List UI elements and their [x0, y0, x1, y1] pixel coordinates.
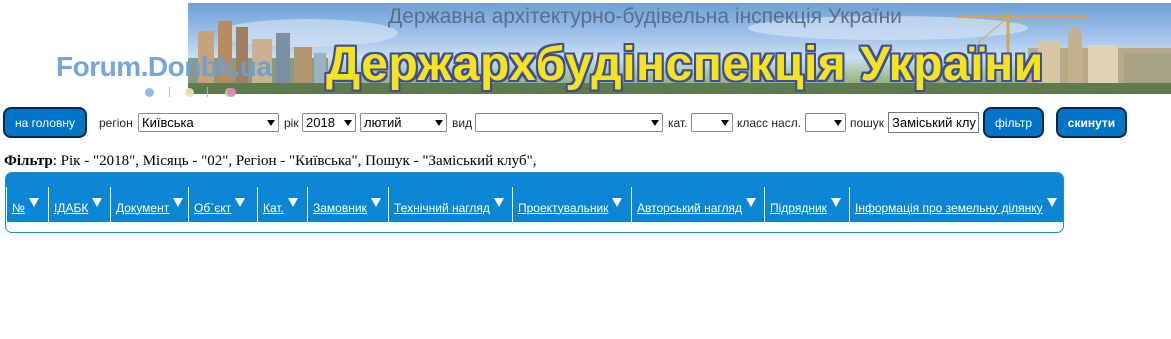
year-select-value: 2018: [306, 115, 335, 130]
chevron-down-icon: [651, 120, 659, 126]
type-label: вид: [452, 116, 473, 130]
banner-title: Держархбудінспекція України: [326, 38, 1044, 91]
logo-divider: [207, 87, 208, 97]
column-header-number[interactable]: №: [6, 187, 48, 222]
home-button[interactable]: на головну: [3, 107, 87, 138]
region-select-value: Київська: [142, 115, 194, 130]
sort-arrow-icon[interactable]: [612, 198, 623, 207]
column-header-link[interactable]: Проектувальник: [518, 201, 608, 215]
search-label: пошук: [850, 116, 885, 130]
header-banner: Державна архітектурно-будівельна інспекц…: [188, 3, 1171, 94]
sort-arrow-icon[interactable]: [173, 198, 184, 207]
results-table: № ІДАБК Документ Об`єкт Кат. Замовник Те…: [5, 172, 1064, 233]
month-select[interactable]: лютий: [360, 113, 447, 132]
sort-arrow-icon[interactable]: [1046, 198, 1057, 207]
logo-dot-icon: [185, 88, 194, 97]
column-header-document[interactable]: Документ: [110, 187, 188, 222]
chevron-down-icon: [721, 120, 729, 126]
filter-summary-label: Фільтр: [4, 153, 53, 169]
forum-logo-text: Forum.Donbk.ua: [56, 51, 272, 82]
search-input[interactable]: Заміський клу: [888, 112, 979, 133]
reset-button[interactable]: скинути: [1056, 107, 1127, 138]
logo-divider: [169, 87, 170, 97]
sort-arrow-icon[interactable]: [493, 198, 504, 207]
category-select[interactable]: [691, 113, 733, 132]
type-select[interactable]: [475, 113, 663, 132]
chevron-down-icon: [834, 120, 842, 126]
table-header-band: [6, 173, 1063, 187]
region-select[interactable]: Київська: [138, 113, 279, 132]
category-label: кат.: [668, 116, 688, 130]
column-header-link[interactable]: Підрядник: [770, 201, 827, 215]
column-header-designer[interactable]: Проектувальник: [512, 187, 631, 222]
sort-arrow-icon[interactable]: [92, 198, 103, 207]
chevron-down-icon: [435, 120, 443, 126]
column-header-link[interactable]: Інформація про земельну ділянку: [855, 201, 1043, 215]
logo-dot-icon: [227, 88, 236, 97]
column-header-link[interactable]: Замовник: [313, 201, 367, 215]
month-select-value: лютий: [364, 115, 402, 130]
sort-arrow-icon[interactable]: [370, 198, 381, 207]
sort-arrow-icon[interactable]: [28, 198, 39, 207]
logo-dot-icon: [145, 88, 154, 97]
sort-arrow-icon[interactable]: [287, 198, 298, 207]
sort-arrow-icon[interactable]: [745, 198, 756, 207]
sort-arrow-icon[interactable]: [830, 198, 841, 207]
class-select[interactable]: [805, 113, 846, 132]
forum-logo[interactable]: Forum.Donbk.ua: [56, 51, 272, 97]
column-header-link[interactable]: Об`єкт: [194, 201, 231, 215]
column-header-category[interactable]: Кат.: [257, 187, 307, 222]
filter-button[interactable]: фільтр: [983, 107, 1044, 138]
year-label: рік: [284, 116, 299, 130]
column-header-link[interactable]: Технічний нагляд: [394, 201, 490, 215]
column-header-object[interactable]: Об`єкт: [188, 187, 257, 222]
table-header: № ІДАБК Документ Об`єкт Кат. Замовник Те…: [6, 173, 1063, 222]
column-header-technical-supervision[interactable]: Технічний нагляд: [388, 187, 512, 222]
chevron-down-icon: [267, 120, 275, 126]
column-header-author-supervision[interactable]: Авторський нагляд: [631, 187, 764, 222]
column-header-link[interactable]: Документ: [116, 201, 169, 215]
sort-arrow-icon[interactable]: [235, 198, 246, 207]
column-header-land-info[interactable]: Інформація про земельну ділянку: [849, 187, 1063, 222]
column-header-link[interactable]: Кат.: [263, 201, 284, 215]
banner-subtitle: Державна архітектурно-будівельна інспекц…: [388, 5, 902, 28]
year-select[interactable]: 2018: [302, 113, 356, 132]
column-header-link[interactable]: ІДАБК: [54, 201, 88, 215]
region-label: регіон: [99, 116, 133, 130]
filter-summary: Фільтр: Рік - "2018", Місяць - "02", Рег…: [4, 153, 536, 170]
filter-summary-text: : Рік - "2018", Місяць - "02", Регіон - …: [52, 153, 537, 169]
column-header-contractor[interactable]: Підрядник: [764, 187, 849, 222]
column-header-customer[interactable]: Замовник: [307, 187, 388, 222]
chevron-down-icon: [344, 120, 352, 126]
column-header-link[interactable]: Авторський нагляд: [637, 201, 742, 215]
column-header-link[interactable]: №: [12, 201, 25, 215]
class-label: класс насл.: [737, 116, 802, 130]
column-header-idabk[interactable]: ІДАБК: [48, 187, 110, 222]
